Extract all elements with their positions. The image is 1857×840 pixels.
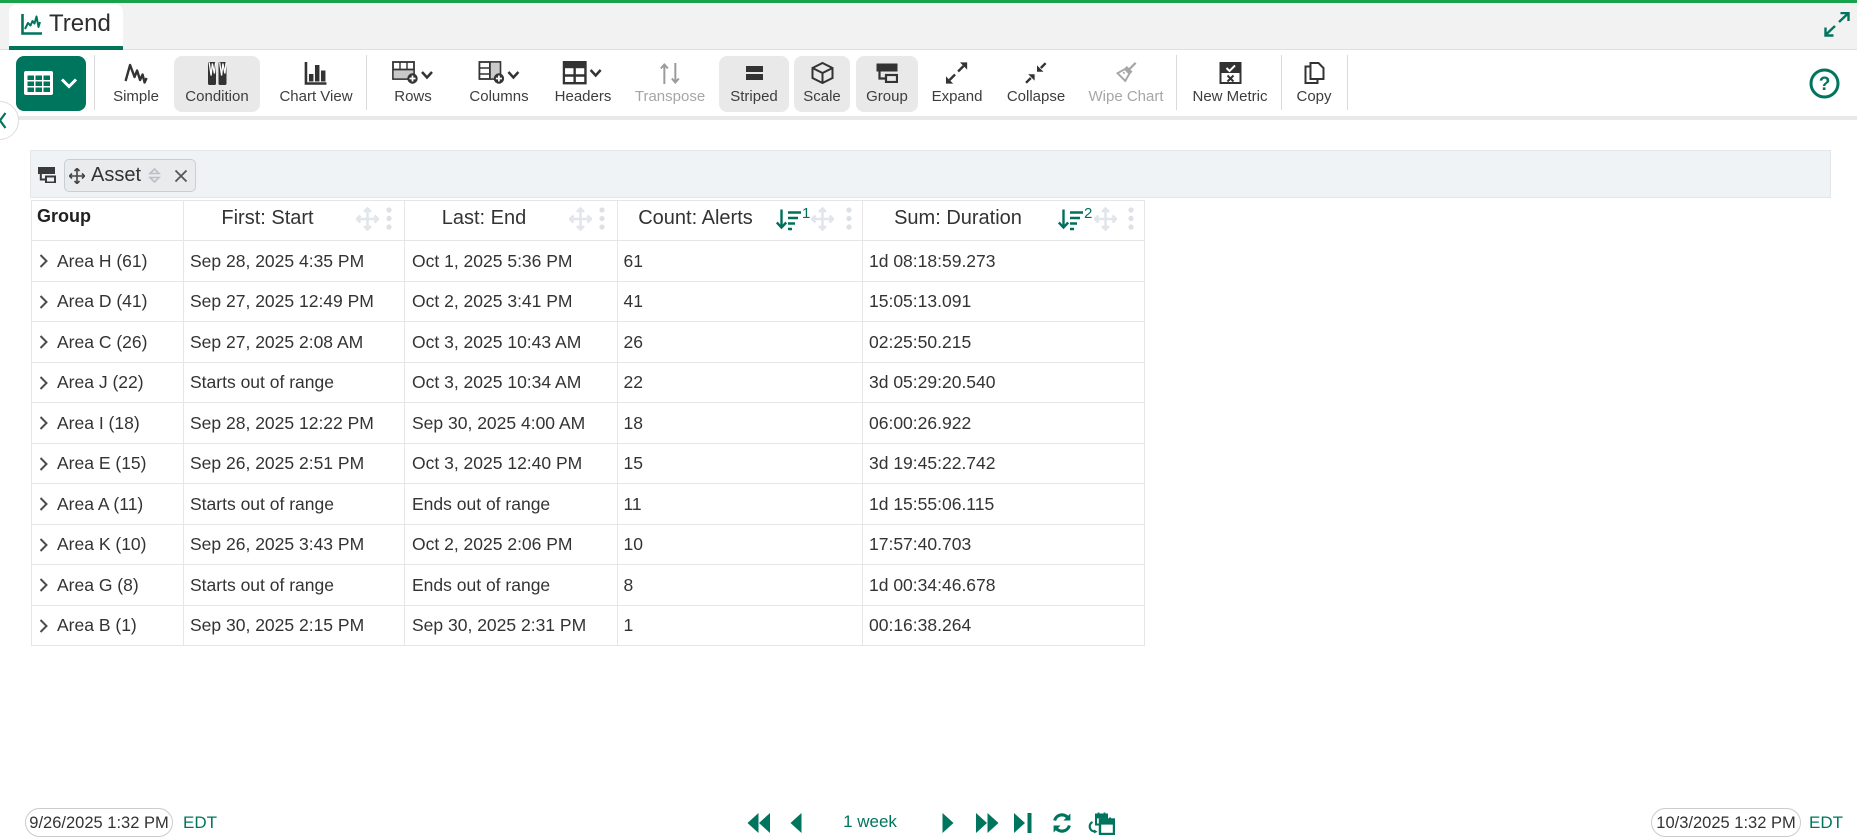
svg-text:?: ? — [1819, 74, 1831, 95]
